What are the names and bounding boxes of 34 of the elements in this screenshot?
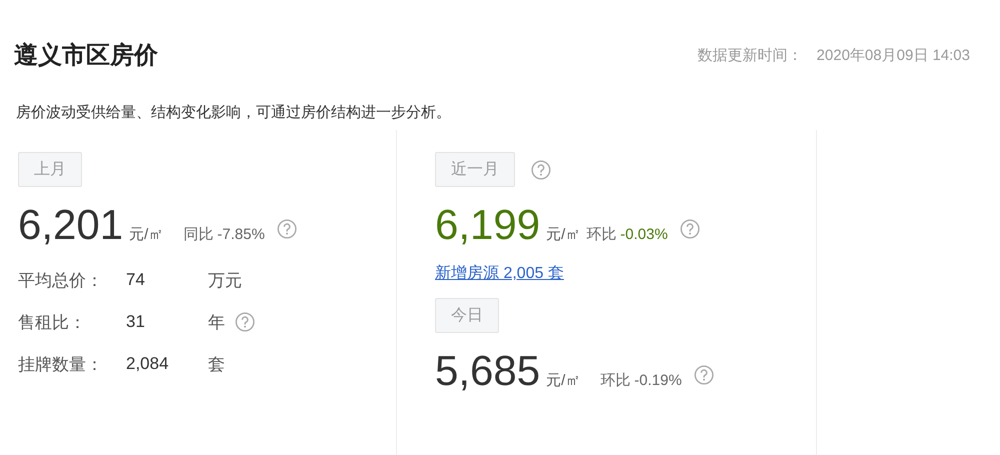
help-icon[interactable] [680, 219, 700, 239]
help-icon[interactable] [694, 365, 714, 385]
help-icon[interactable] [531, 160, 551, 180]
period-tag[interactable]: 上月 [18, 152, 82, 187]
price-unit: 元/㎡ [129, 225, 164, 244]
stat-label: 挂牌数量： [18, 354, 104, 376]
stat-label: 售租比： [18, 312, 87, 334]
change-value: -7.85% [217, 226, 265, 243]
stat-label: 平均总价： [18, 270, 104, 292]
help-icon[interactable] [276, 219, 297, 239]
price-unit: 元/㎡ [546, 371, 580, 390]
price-value: 6,201 [18, 201, 124, 249]
change-label: 环比 [600, 371, 630, 390]
page-title: 遵义市区房价 [14, 41, 158, 71]
change-value: -0.03% [620, 226, 668, 243]
price-value: 6,199 [435, 201, 540, 249]
stat-unit: 万元 [208, 270, 242, 292]
price-unit: 元/㎡ [546, 225, 580, 244]
stat-value: 31 [126, 312, 146, 332]
stat-unit: 年 [208, 312, 225, 334]
stat-unit: 套 [208, 354, 225, 376]
change-label: 同比 [183, 225, 214, 244]
period-tag[interactable]: 近一月 [435, 152, 515, 187]
new-listings-link[interactable]: 新增房源 2,005 套 [435, 263, 564, 284]
stat-value: 2,084 [126, 354, 170, 374]
update-label: 数据更新时间： [698, 46, 803, 64]
description-text: 房价波动受供给量、结构变化影响，可通过房价结构进一步分析。 [16, 103, 452, 122]
period-tag[interactable]: 今日 [435, 298, 499, 333]
change-label: 环比 [586, 225, 616, 244]
help-icon[interactable] [235, 312, 255, 332]
stat-value: 74 [126, 270, 146, 290]
update-time: 2020年08月09日 14:03 [816, 46, 970, 64]
change-value: -0.19% [634, 372, 682, 389]
price-value: 5,685 [435, 347, 540, 395]
